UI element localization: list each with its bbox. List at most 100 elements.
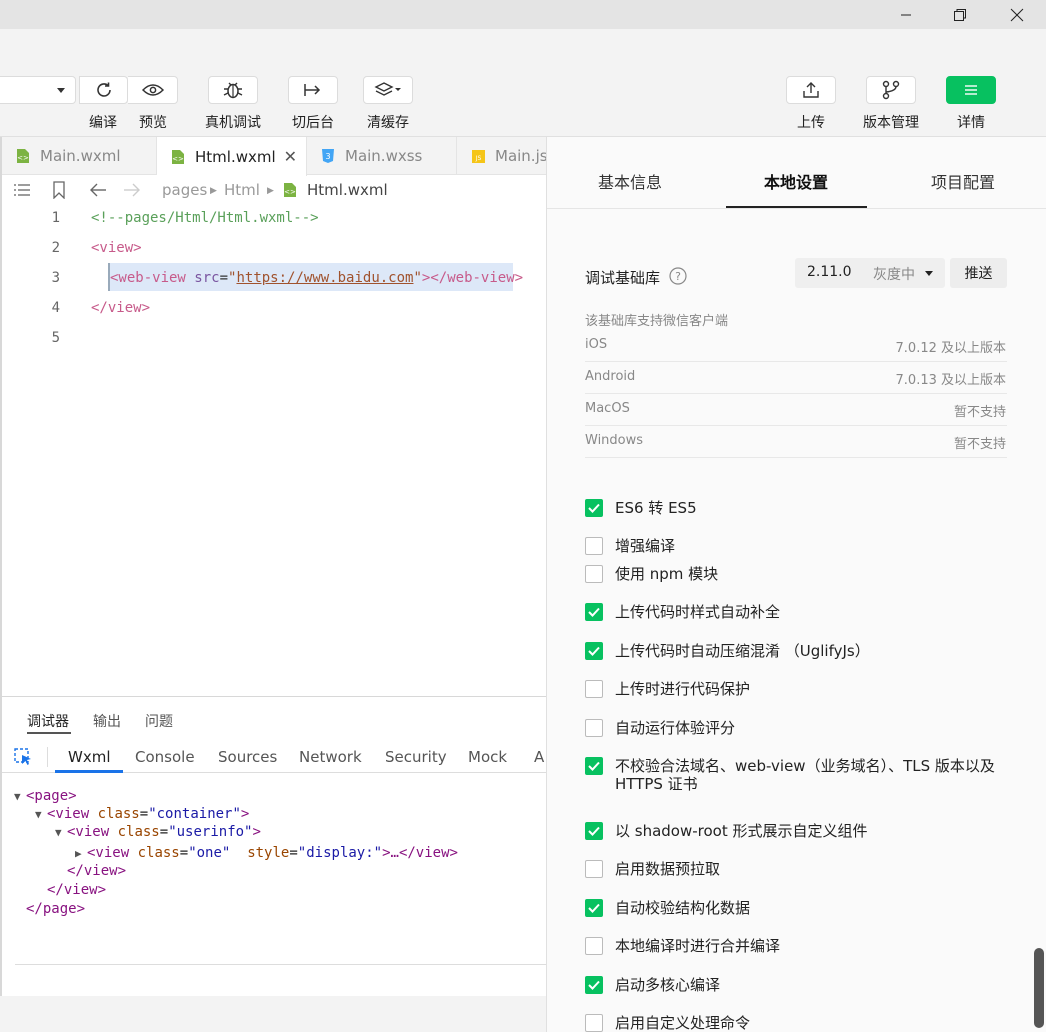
breadcrumb-item[interactable]: Html.wxml xyxy=(307,181,388,199)
option-row[interactable]: 启动多核心编译 xyxy=(585,976,995,994)
option-row[interactable]: 本地编译时进行合并编译 xyxy=(585,937,995,955)
back-arrow-icon[interactable] xyxy=(89,183,107,197)
switch-background-icon xyxy=(304,84,321,96)
option-row[interactable]: ES6 转 ES5 xyxy=(585,499,995,517)
real-device-debug-button[interactable] xyxy=(208,76,258,104)
option-checkbox[interactable] xyxy=(585,899,603,917)
tab-more[interactable]: A xyxy=(534,748,544,766)
option-label: 上传代码时自动压缩混淆 （UglifyJs） xyxy=(615,642,870,660)
breadcrumb-item[interactable]: Html xyxy=(224,181,260,199)
option-checkbox[interactable] xyxy=(585,719,603,737)
option-row[interactable]: 自动运行体验评分 xyxy=(585,719,995,737)
bookmark-icon[interactable] xyxy=(52,181,66,199)
option-checkbox[interactable] xyxy=(585,937,603,955)
option-row[interactable]: 以 shadow-root 形式展示自定义组件 xyxy=(585,822,995,840)
option-row[interactable]: 使用 npm 模块 xyxy=(585,565,995,583)
tab-label: Main.wxss xyxy=(345,147,423,165)
tab-label: Html.wxml xyxy=(195,147,276,166)
option-checkbox[interactable] xyxy=(585,860,603,878)
upload-button[interactable] xyxy=(786,76,836,104)
wxml-tree-node[interactable]: ▶ <view class="one" style="display:">…</v… xyxy=(75,845,458,861)
tab-main-wxss[interactable]: 3 Main.wxss xyxy=(307,137,457,175)
preview-button[interactable] xyxy=(128,76,178,104)
help-icon[interactable]: ? xyxy=(669,267,687,285)
code-line[interactable]: <web-view src="https://www.baidu.com"></… xyxy=(110,270,523,286)
option-row[interactable]: 启用数据预拉取 xyxy=(585,860,995,878)
tab-main-js[interactable]: JS Main.js xyxy=(457,137,548,175)
tab-html-wxml[interactable]: <> Html.wxml ✕ xyxy=(157,137,307,176)
code-url[interactable]: https://www.baidu.com xyxy=(236,270,413,286)
tab-security[interactable]: Security xyxy=(385,748,447,766)
upload-icon xyxy=(803,82,819,98)
option-row[interactable]: 自动校验结构化数据 xyxy=(585,899,995,917)
option-checkbox[interactable] xyxy=(585,1014,603,1032)
window-titlebar xyxy=(0,0,1046,29)
push-button[interactable]: 推送 xyxy=(950,258,1007,288)
base-library-select[interactable]: 2.11.0 灰度中 xyxy=(795,258,945,288)
clear-cache-label: 清缓存 xyxy=(367,115,409,131)
restore-button[interactable] xyxy=(937,0,983,29)
version-management-button[interactable] xyxy=(866,76,916,104)
option-checkbox[interactable] xyxy=(585,642,603,660)
tab-mock[interactable]: Mock xyxy=(468,748,507,766)
inspect-cursor-icon[interactable] xyxy=(14,748,34,766)
option-checkbox[interactable] xyxy=(585,603,603,621)
tab-project-config[interactable]: 项目配置 xyxy=(931,169,995,193)
minimize-button[interactable] xyxy=(883,0,929,29)
code-editor: <> Main.wxml <> Html.wxml ✕ 3 Main.wxss … xyxy=(0,137,548,696)
tab-issues[interactable]: 问题 xyxy=(145,711,173,731)
option-checkbox[interactable] xyxy=(585,822,603,840)
chevron-down-icon xyxy=(57,88,65,93)
tab-console[interactable]: Console xyxy=(135,748,195,766)
compile-label: 编译 xyxy=(89,115,117,131)
tab-debugger[interactable]: 调试器 xyxy=(27,711,69,731)
tab-basic-info[interactable]: 基本信息 xyxy=(598,169,662,193)
code-line[interactable]: <view> xyxy=(91,240,142,256)
tab-main-wxml[interactable]: <> Main.wxml xyxy=(2,137,157,175)
details-button[interactable] xyxy=(946,76,996,104)
line-number: 5 xyxy=(51,330,60,346)
tab-wxml[interactable]: Wxml xyxy=(68,748,111,766)
wxml-tree-node[interactable]: ▼ <view class="userinfo"> xyxy=(55,824,261,840)
scrollbar-thumb[interactable] xyxy=(1034,948,1044,1028)
clear-cache-button[interactable] xyxy=(363,76,413,104)
tab-local-settings[interactable]: 本地设置 xyxy=(764,169,828,193)
compile-mode-select[interactable] xyxy=(0,76,76,104)
option-checkbox[interactable] xyxy=(585,757,603,775)
option-checkbox[interactable] xyxy=(585,537,603,555)
wxml-tree-node[interactable]: </view> xyxy=(67,863,126,879)
caret-right-icon: ▶ xyxy=(75,847,82,860)
option-row[interactable]: 启用自定义处理命令 xyxy=(585,1014,995,1032)
option-row[interactable]: 增强编译 xyxy=(585,537,995,555)
option-row[interactable]: 上传时进行代码保护 xyxy=(585,680,995,698)
close-tab-icon[interactable]: ✕ xyxy=(284,147,297,166)
option-checkbox[interactable] xyxy=(585,976,603,994)
wxml-tree-node[interactable]: ▼ <page> xyxy=(14,788,77,804)
tab-network[interactable]: Network xyxy=(299,748,362,766)
code-line[interactable]: <!--pages/Html/Html.wxml--> xyxy=(91,210,319,226)
close-window-button[interactable] xyxy=(994,0,1040,29)
option-label: 上传时进行代码保护 xyxy=(615,680,751,698)
wxml-file-icon: <> xyxy=(283,182,297,202)
wxml-tree-node[interactable]: </view> xyxy=(47,882,106,898)
version-management-label: 版本管理 xyxy=(863,115,919,131)
tab-sources[interactable]: Sources xyxy=(218,748,277,766)
wxml-tree-node[interactable]: ▼ <view class="container"> xyxy=(35,806,249,822)
compile-button[interactable] xyxy=(79,76,128,104)
option-checkbox[interactable] xyxy=(585,565,603,583)
option-row[interactable]: 上传代码时自动压缩混淆 （UglifyJs） xyxy=(585,642,995,660)
option-row[interactable]: 不校验合法域名、web-view（业务域名）、TLS 版本以及 HTTPS 证书 xyxy=(585,757,995,793)
option-row[interactable]: 上传代码时样式自动补全 xyxy=(585,603,995,621)
svg-text:?: ? xyxy=(675,270,681,283)
outline-icon[interactable] xyxy=(13,183,31,197)
switch-background-button[interactable] xyxy=(288,76,338,104)
check-icon xyxy=(588,826,600,836)
option-checkbox[interactable] xyxy=(585,499,603,517)
base-library-channel: 灰度中 xyxy=(873,267,915,283)
forward-arrow-icon[interactable] xyxy=(123,183,141,197)
code-line[interactable]: </view> xyxy=(91,300,150,316)
tab-output[interactable]: 输出 xyxy=(93,711,121,731)
option-checkbox[interactable] xyxy=(585,680,603,698)
breadcrumb-item[interactable]: pages xyxy=(162,181,207,199)
wxml-tree-node[interactable]: </page> xyxy=(26,901,85,917)
